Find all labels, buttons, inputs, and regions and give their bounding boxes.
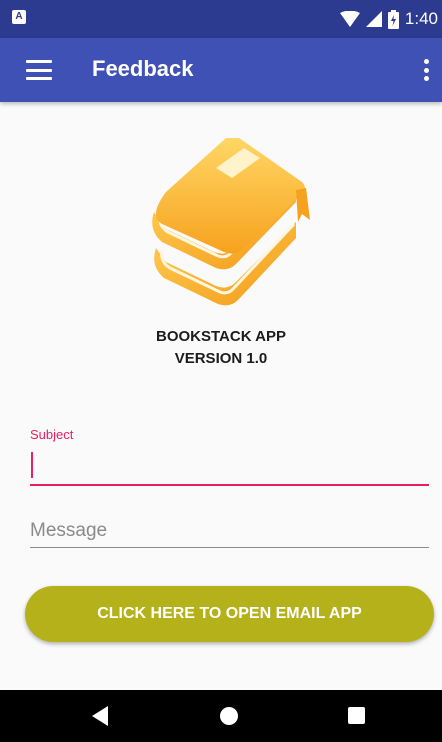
- text-cursor: [31, 452, 33, 478]
- notification-icon: A: [12, 10, 26, 24]
- hamburger-menu-icon[interactable]: [22, 56, 56, 84]
- app-bar: Feedback: [0, 38, 442, 102]
- battery-icon: [387, 9, 399, 29]
- subject-label: Subject: [30, 427, 74, 442]
- system-nav-bar: [0, 690, 442, 742]
- status-bar: A 1:40: [0, 0, 442, 38]
- open-email-app-button[interactable]: CLICK HERE TO OPEN EMAIL APP: [25, 586, 434, 642]
- subject-input[interactable]: [30, 448, 429, 486]
- cell-signal-icon: [365, 11, 382, 27]
- back-icon[interactable]: [92, 706, 108, 726]
- app-name: BOOKSTACK APP: [155, 328, 286, 345]
- page-title: Feedback: [92, 56, 194, 81]
- wifi-icon: [339, 11, 360, 27]
- app-version: VERSION 1.0: [174, 350, 268, 367]
- book-stack-icon: [152, 138, 310, 306]
- more-vert-icon[interactable]: [420, 56, 432, 84]
- status-icons: 1:40: [339, 8, 438, 30]
- message-input[interactable]: [30, 514, 429, 548]
- recents-icon[interactable]: [348, 707, 365, 724]
- status-time: 1:40: [404, 9, 438, 28]
- home-icon[interactable]: [220, 707, 238, 725]
